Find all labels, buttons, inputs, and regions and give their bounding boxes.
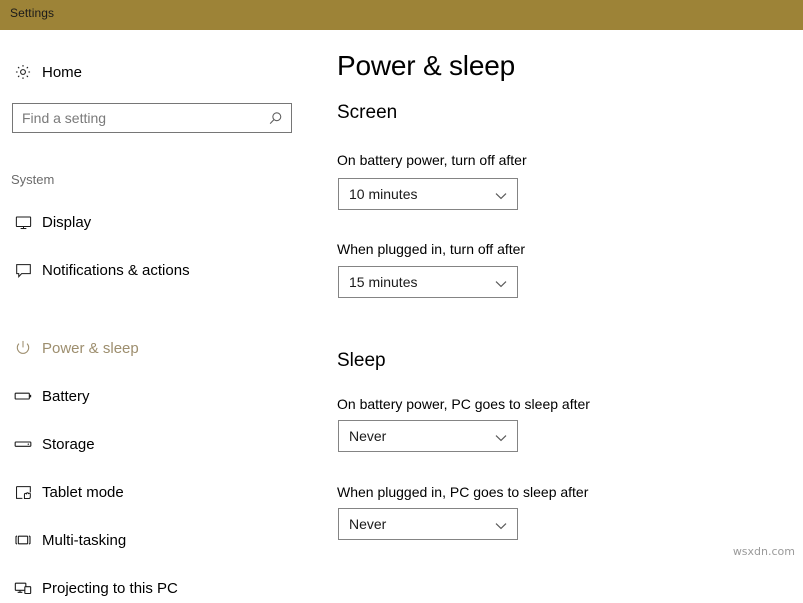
label-screen-battery: On battery power, turn off after: [337, 152, 527, 168]
dropdown-value-sleep-plugged: Never: [349, 516, 387, 532]
storage-icon: [12, 433, 34, 455]
chevron-down-icon: [494, 519, 508, 531]
sidebar: Home System Display Notificatio: [0, 30, 320, 597]
label-sleep-battery: On battery power, PC goes to sleep after: [337, 396, 590, 412]
gear-icon: [12, 61, 34, 83]
search-icon[interactable]: [266, 110, 284, 128]
dropdown-value-sleep-battery: Never: [349, 428, 387, 444]
sidebar-item-label-power-sleep: Power & sleep: [42, 339, 139, 357]
power-icon: [12, 337, 34, 359]
dropdown-screen-plugged[interactable]: 15 minutes: [338, 266, 518, 298]
chevron-down-icon: [494, 277, 508, 289]
section-heading-sleep: Sleep: [337, 350, 386, 371]
sidebar-item-display[interactable]: Display: [0, 207, 320, 237]
dropdown-sleep-plugged[interactable]: Never: [338, 508, 518, 540]
dropdown-screen-battery[interactable]: 10 minutes: [338, 178, 518, 210]
page-title: Power & sleep: [337, 50, 515, 81]
label-sleep-plugged: When plugged in, PC goes to sleep after: [337, 484, 589, 500]
sidebar-item-storage[interactable]: Storage: [0, 429, 320, 459]
main-content: Power & sleep Screen On battery power, t…: [320, 30, 803, 563]
chevron-down-icon: [494, 189, 508, 201]
sidebar-item-power-sleep[interactable]: Power & sleep: [0, 333, 320, 363]
sidebar-item-battery[interactable]: Battery: [0, 381, 320, 411]
sidebar-item-label-tablet-mode: Tablet mode: [42, 483, 124, 501]
dropdown-sleep-battery[interactable]: Never: [338, 420, 518, 452]
sidebar-item-label-notifications: Notifications & actions: [42, 261, 190, 279]
sidebar-group-title: System: [11, 172, 55, 187]
sidebar-item-tablet-mode[interactable]: Tablet mode: [0, 477, 320, 507]
sidebar-item-label-battery: Battery: [42, 387, 90, 405]
dropdown-value-screen-plugged: 15 minutes: [349, 274, 418, 290]
dropdown-value-screen-battery: 10 minutes: [349, 186, 418, 202]
monitor-icon: [12, 211, 34, 233]
sidebar-item-label-projecting: Projecting to this PC: [42, 579, 178, 597]
speech-bubble-icon: [12, 259, 34, 281]
search-input[interactable]: [22, 110, 257, 126]
tablet-hand-icon: [12, 481, 34, 503]
section-heading-screen: Screen: [337, 102, 398, 123]
sidebar-item-label-home: Home: [42, 63, 83, 81]
search-box[interactable]: [12, 103, 292, 133]
sidebar-item-label-display: Display: [42, 213, 92, 231]
sidebar-item-notifications[interactable]: Notifications & actions: [0, 255, 320, 285]
chevron-down-icon: [494, 431, 508, 443]
title-bar[interactable]: Settings: [0, 0, 803, 30]
label-screen-plugged: When plugged in, turn off after: [337, 241, 526, 257]
multitask-icon: [12, 529, 34, 551]
sidebar-item-label-multitasking: Multi-tasking: [42, 531, 127, 549]
sidebar-item-projecting[interactable]: Projecting to this PC: [0, 573, 320, 603]
battery-icon: [12, 385, 34, 407]
window-title: Settings: [10, 6, 55, 20]
sidebar-item-label-storage: Storage: [42, 435, 95, 453]
projecting-icon: [12, 577, 34, 599]
sidebar-item-multitasking[interactable]: Multi-tasking: [0, 525, 320, 555]
watermark: wsxdn.com: [732, 545, 795, 558]
sidebar-item-home[interactable]: Home: [0, 57, 320, 87]
